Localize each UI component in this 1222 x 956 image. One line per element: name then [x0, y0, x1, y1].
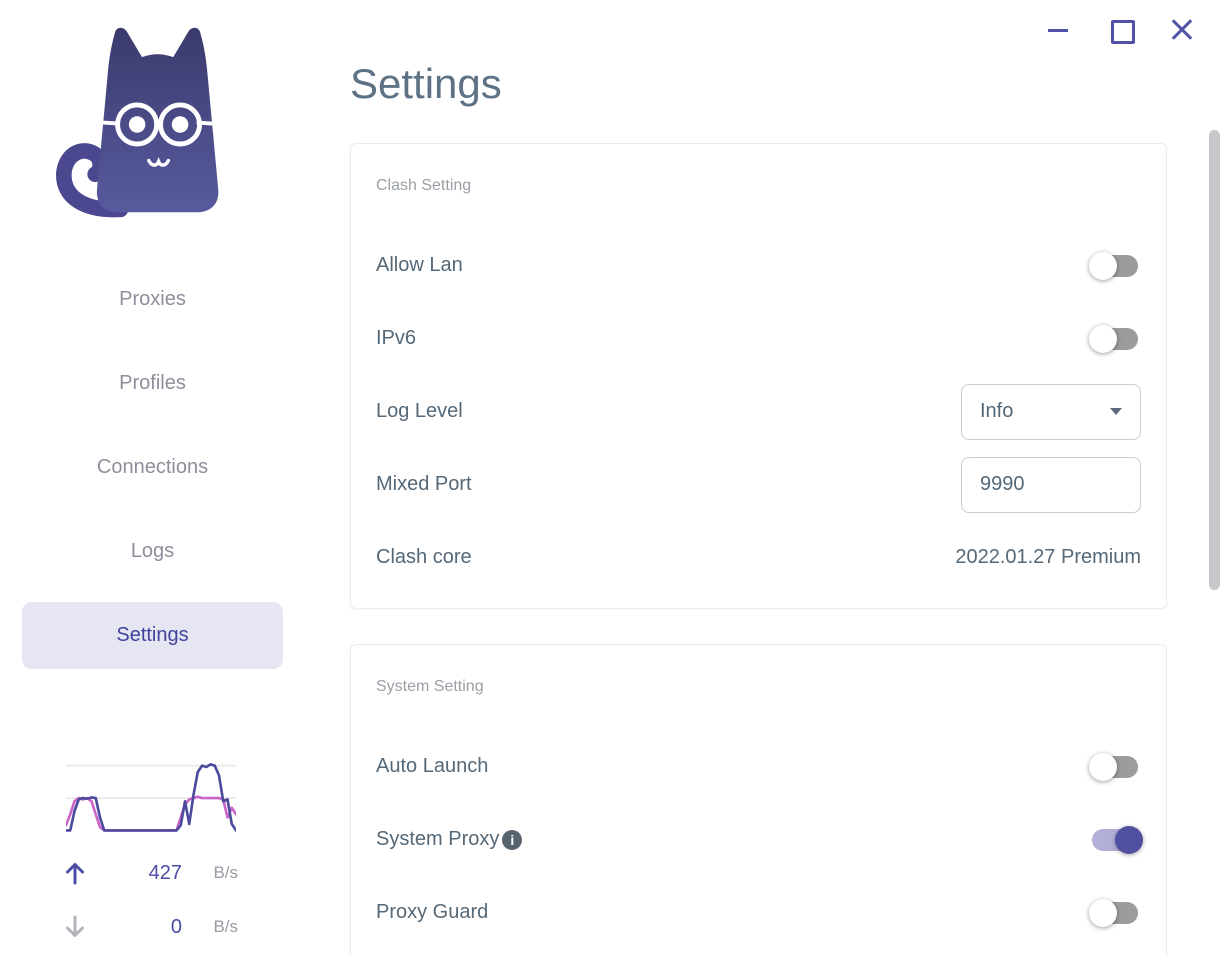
row-ipv6: IPv6 — [376, 302, 1141, 375]
toggle-knob — [1089, 898, 1117, 927]
system-setting-rows: Auto Launch System Proxy i Proxy Guard — [376, 730, 1143, 949]
page-title: Settings — [350, 60, 502, 107]
system-proxy-toggle[interactable] — [1092, 825, 1143, 854]
chevron-down-icon — [1110, 408, 1122, 415]
toggle-knob — [1089, 324, 1117, 353]
cat-mascot-icon — [56, 27, 219, 218]
toggle-knob — [1089, 752, 1117, 781]
auto-launch-toggle[interactable] — [1089, 752, 1138, 781]
sidebar-item-logs[interactable]: Logs — [22, 518, 283, 585]
ipv6-toggle[interactable] — [1089, 324, 1138, 353]
mixed-port-label: Mixed Port — [376, 473, 472, 495]
sidebar-item-proxies[interactable]: Proxies — [22, 266, 283, 333]
traffic-sparkline-chart — [64, 750, 238, 838]
row-clash-core: Clash core 2022.01.27 Premium — [376, 521, 1141, 594]
window-controls — [1045, 16, 1195, 44]
upload-speed-value: 427 — [148, 861, 182, 884]
upload-arrow-icon — [66, 863, 84, 885]
sidebar-item-connections[interactable]: Connections — [22, 434, 283, 501]
row-auto-launch: Auto Launch — [376, 730, 1141, 803]
system-setting-card: System Setting Auto Launch System Proxy … — [350, 644, 1167, 956]
ipv6-label: IPv6 — [376, 327, 417, 349]
clash-setting-rows: Allow Lan IPv6 Log Level Info Mixed Port… — [376, 229, 1141, 594]
close-icon[interactable] — [1169, 16, 1195, 42]
log-level-selected-value: Info — [980, 400, 1014, 422]
download-speed-row: 0 B/s — [62, 912, 238, 942]
auto-launch-label: Auto Launch — [376, 755, 489, 777]
row-mixed-port: Mixed Port — [376, 448, 1141, 521]
sidebar-nav: Proxies Profiles Connections Logs Settin… — [22, 266, 283, 686]
clash-core-label: Clash core — [376, 546, 472, 568]
log-level-select[interactable]: Info — [961, 383, 1141, 440]
toggle-knob — [1089, 251, 1117, 280]
system-proxy-label: System Proxy i — [376, 828, 523, 851]
sidebar-item-settings[interactable]: Settings — [22, 602, 283, 669]
log-level-label: Log Level — [376, 400, 463, 422]
system-proxy-label-text: System Proxy — [376, 828, 500, 850]
clash-cat-logo — [42, 24, 242, 224]
upload-speed-unit: B/s — [213, 863, 238, 882]
clash-core-version: 2022.01.27 Premium — [955, 546, 1141, 568]
row-proxy-guard: Proxy Guard — [376, 876, 1141, 949]
download-speed-value: 0 — [170, 915, 182, 938]
proxy-guard-label: Proxy Guard — [376, 901, 489, 923]
card-header-system-setting: System Setting — [376, 678, 484, 695]
scrollbar-thumb[interactable] — [1209, 130, 1220, 590]
upload-speed-row: 427 B/s — [62, 858, 238, 888]
app-window: Proxies Profiles Connections Logs Settin… — [0, 0, 1222, 956]
minimize-icon[interactable] — [1045, 16, 1071, 42]
download-speed-unit: B/s — [213, 917, 238, 936]
row-allow-lan: Allow Lan — [376, 229, 1141, 302]
proxy-guard-toggle[interactable] — [1089, 898, 1138, 927]
info-icon[interactable]: i — [502, 829, 523, 850]
card-header-clash-setting: Clash Setting — [376, 177, 472, 194]
maximize-icon[interactable] — [1107, 16, 1135, 44]
toggle-knob — [1115, 825, 1143, 854]
allow-lan-toggle[interactable] — [1089, 251, 1138, 280]
allow-lan-label: Allow Lan — [376, 254, 463, 276]
mixed-port-input[interactable] — [961, 456, 1141, 513]
row-system-proxy: System Proxy i — [376, 803, 1143, 876]
row-log-level: Log Level Info — [376, 375, 1141, 448]
sidebar: Proxies Profiles Connections Logs Settin… — [0, 0, 300, 956]
download-arrow-icon — [66, 915, 84, 937]
clash-setting-card: Clash Setting Allow Lan IPv6 Log Level I… — [350, 143, 1167, 609]
sidebar-item-profiles[interactable]: Profiles — [22, 350, 283, 417]
